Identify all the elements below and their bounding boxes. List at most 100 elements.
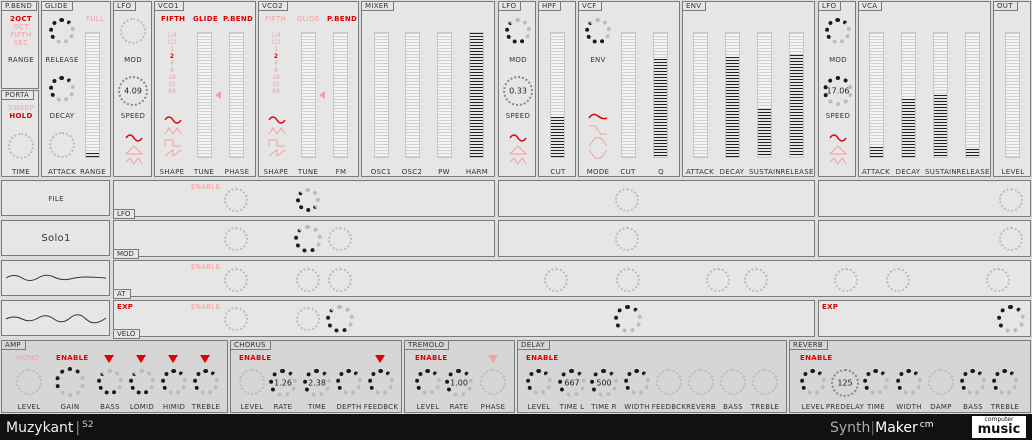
env-release-fader[interactable] (789, 32, 804, 158)
amp-level-knob[interactable] (16, 369, 42, 395)
lfo2-mod-knob[interactable] (505, 18, 531, 44)
reverb-damp-knob[interactable] (928, 369, 954, 395)
vco1-octave-selector[interactable]: 1/4 1/2 1 2 4 8 16 32 64 (161, 32, 183, 95)
vco2-tune-fader[interactable] (301, 32, 316, 158)
exp-row-knob-4[interactable] (614, 305, 642, 333)
preset-display[interactable]: Solo1 (1, 220, 110, 256)
exp-row-label[interactable]: EXP (117, 303, 133, 311)
mixer-osc1-fader[interactable] (374, 32, 389, 158)
vco1-shape-icons[interactable] (163, 114, 183, 160)
pbend-opt-sec[interactable]: SEC (14, 39, 29, 47)
glide-range-fader[interactable] (85, 32, 100, 158)
porta-time-knob[interactable] (8, 133, 34, 159)
lfo3-shape-icons[interactable] (828, 132, 848, 172)
amp-enable-toggle[interactable]: ENABLE (56, 354, 88, 362)
vcf-env-knob[interactable] (585, 18, 611, 44)
lfo-row-knob-3[interactable] (615, 188, 639, 212)
tremolo-level-knob[interactable] (415, 369, 441, 395)
vco2-fm-fader[interactable] (333, 32, 348, 158)
env-decay-fader[interactable] (725, 32, 740, 158)
vco1-pbend-toggle[interactable]: P.BEND (223, 15, 253, 23)
vco2-glide-toggle[interactable]: GLIDE (297, 15, 320, 23)
chorus-depth-knob[interactable] (336, 369, 362, 395)
mod-row-knob-2[interactable] (294, 225, 322, 253)
exp-row-knob-1[interactable] (224, 307, 248, 331)
vco2-pbend-toggle[interactable]: P.BEND (327, 15, 357, 23)
at-row-knob-10[interactable] (986, 268, 1010, 292)
mixer-pw-fader[interactable] (437, 32, 452, 158)
lfo-row-knob-2[interactable] (296, 188, 320, 212)
lfo-row-knob-1[interactable] (224, 188, 248, 212)
lfo2-shape-icons[interactable] (508, 132, 528, 172)
amp-treble-knob[interactable] (193, 369, 219, 395)
lfo1-shape-icons[interactable] (124, 132, 144, 172)
file-button[interactable]: FILE (1, 180, 110, 216)
vco2-octave-selector[interactable]: 1/4 1/2 1 2 4 8 16 32 64 (265, 32, 287, 95)
pbend-opt-oct[interactable]: OCT (13, 23, 29, 31)
amp-gain-knob[interactable] (55, 367, 85, 397)
lfo3-mod-knob[interactable] (825, 18, 851, 44)
mod-row-knob-4[interactable] (615, 227, 639, 251)
delay-enable-toggle[interactable]: ENABLE (526, 354, 558, 362)
at-row-knob-1[interactable] (224, 268, 248, 292)
mod-row-knob-1[interactable] (224, 227, 248, 251)
env-attack-fader[interactable] (693, 32, 708, 158)
at-row-enable[interactable]: ENABLE (191, 263, 220, 271)
reverb-level-knob[interactable] (800, 369, 826, 395)
glide-decay-knob[interactable] (49, 76, 75, 102)
vco2-fifth-toggle[interactable]: FIFTH (265, 15, 286, 23)
lfo-row-knob-4[interactable] (999, 188, 1023, 212)
hpf-cut-fader[interactable] (550, 32, 565, 158)
vco1-phase-fader[interactable] (229, 32, 244, 158)
exp-row-enable[interactable]: ENABLE (191, 303, 220, 311)
at-row-knob-8[interactable] (834, 268, 858, 292)
amp-lomid-knob[interactable] (129, 369, 155, 395)
mixer-harm-fader[interactable] (469, 32, 484, 158)
delay-feedback-knob[interactable] (656, 369, 682, 395)
at-row-knob-2[interactable] (296, 268, 320, 292)
mod-row-knob-3[interactable] (328, 227, 352, 251)
lfo1-mod-knob[interactable] (120, 18, 146, 44)
glide-release-knob[interactable] (49, 18, 75, 44)
porta-opt-hold[interactable]: HOLD (9, 112, 32, 120)
reverb-width-knob[interactable] (896, 369, 922, 395)
vco1-glide-toggle[interactable]: GLIDE (193, 15, 218, 23)
vcf-cut-fader[interactable] (621, 32, 636, 158)
vca-release-fader[interactable] (965, 32, 980, 158)
exp-row-knob-2[interactable] (296, 307, 320, 331)
at-row-knob-7[interactable] (744, 268, 768, 292)
out-level-fader[interactable] (1005, 32, 1020, 158)
at-row-knob-9[interactable] (886, 268, 910, 292)
reverb-bass-knob[interactable] (960, 369, 986, 395)
chorus-enable-toggle[interactable]: ENABLE (239, 354, 271, 362)
vcf-mode-icons[interactable] (587, 112, 609, 160)
reverb-time-knob[interactable] (863, 369, 889, 395)
glide-attack-knob[interactable] (49, 132, 75, 158)
porta-opt-sweep[interactable]: SWEEP (8, 104, 34, 112)
reverb-enable-toggle[interactable]: ENABLE (800, 354, 832, 362)
chorus-feedback-knob[interactable] (368, 369, 394, 395)
vca-decay-fader[interactable] (901, 32, 916, 158)
vcf-q-fader[interactable] (653, 32, 668, 158)
tremolo-enable-toggle[interactable]: ENABLE (415, 354, 447, 362)
mixer-osc2-fader[interactable] (405, 32, 420, 158)
at-row-knob-4[interactable] (544, 268, 568, 292)
exp-row-knob-5[interactable] (997, 305, 1025, 333)
pbend-opt-2oct[interactable]: 2OCT (10, 15, 32, 23)
exp-row-label-2[interactable]: EXP (822, 303, 838, 311)
vca-attack-fader[interactable] (869, 32, 884, 158)
exp-row-knob-3[interactable] (326, 305, 354, 333)
tremolo-phase-knob[interactable] (480, 369, 506, 395)
delay-width-knob[interactable] (624, 369, 650, 395)
reverb-treble-knob[interactable] (992, 369, 1018, 395)
lfo-row-enable[interactable]: ENABLE (191, 183, 220, 191)
delay-level-knob[interactable] (526, 369, 552, 395)
at-row-knob-5[interactable] (616, 268, 640, 292)
vca-sustain-fader[interactable] (933, 32, 948, 158)
mod-row-knob-5[interactable] (999, 227, 1023, 251)
env-sustain-fader[interactable] (757, 32, 772, 158)
amp-himid-knob[interactable] (161, 369, 187, 395)
amp-bass-knob[interactable] (97, 369, 123, 395)
at-row-knob-6[interactable] (706, 268, 730, 292)
vco1-tune-fader[interactable] (197, 32, 212, 158)
